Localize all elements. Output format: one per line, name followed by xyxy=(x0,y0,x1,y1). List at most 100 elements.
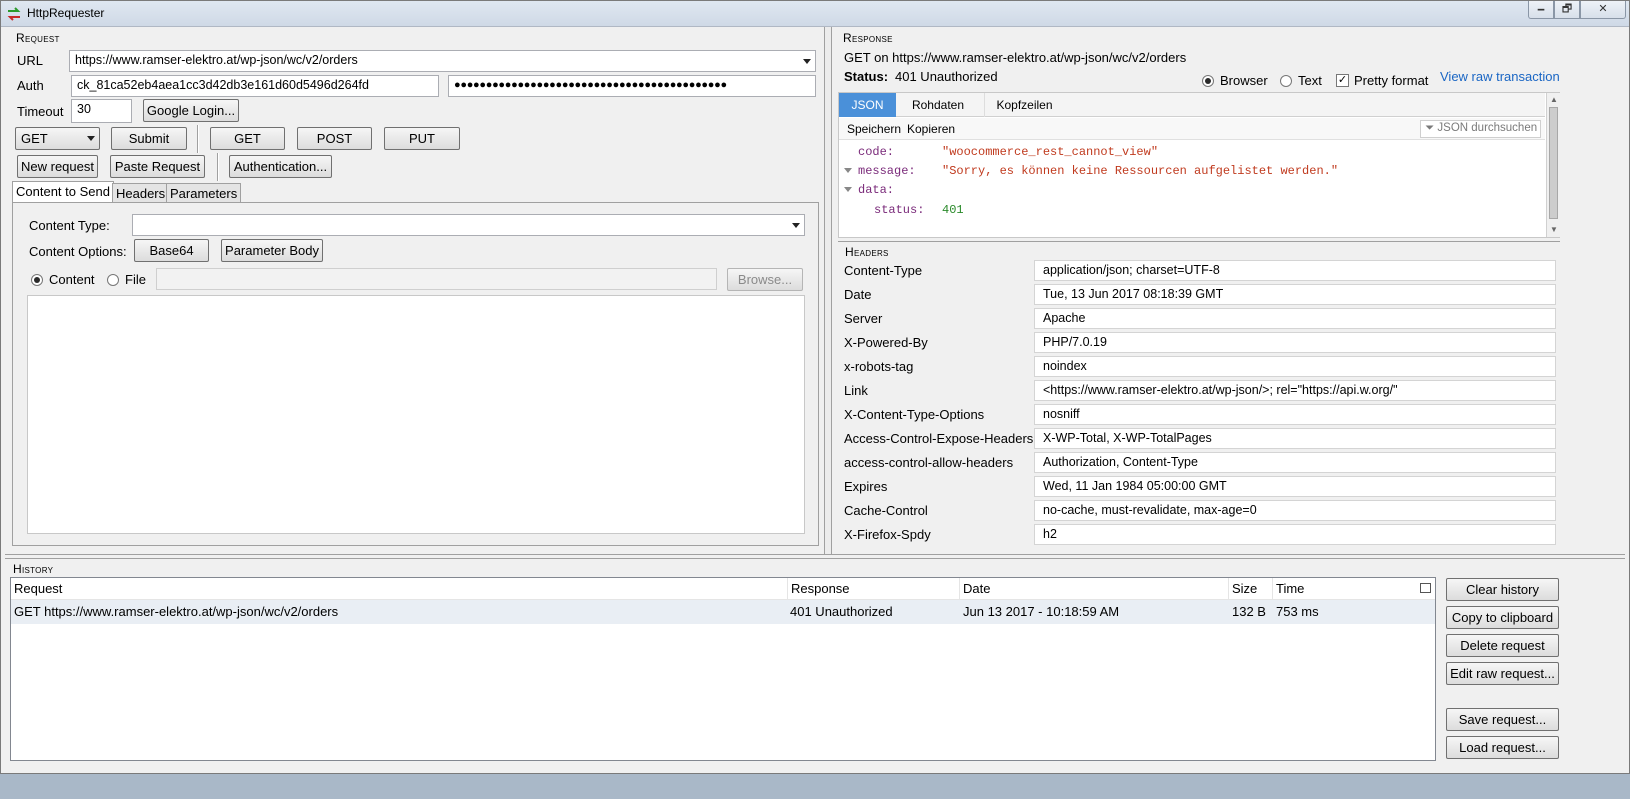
maximize-button[interactable]: 🗗 xyxy=(1554,1,1580,19)
horizontal-splitter[interactable] xyxy=(5,554,1625,559)
header-name: Content-Type xyxy=(844,263,923,278)
content-radio[interactable] xyxy=(31,274,43,286)
header-name: x-robots-tag xyxy=(844,359,914,374)
content-radio-label: Content xyxy=(49,272,95,287)
new-request-button[interactable]: New request xyxy=(17,155,98,178)
col-time[interactable]: Time xyxy=(1273,578,1413,600)
copy-json-button[interactable]: Kopieren xyxy=(907,122,955,136)
headers-section-title: Headers xyxy=(845,245,889,259)
status-value: 401 Unauthorized xyxy=(895,69,998,84)
timeout-label: Timeout xyxy=(17,104,64,119)
response-request-line: GET on https://www.ramser-elektro.at/wp-… xyxy=(844,50,1187,65)
app-window: HttpRequester 🗕 🗗 ✕ Request URL https://… xyxy=(0,0,1630,774)
header-value[interactable]: Tue, 13 Jun 2017 08:18:39 GMT xyxy=(1034,284,1556,305)
base64-button[interactable]: Base64 xyxy=(134,239,209,262)
delete-request-button[interactable]: Delete request xyxy=(1446,634,1559,657)
submit-button[interactable]: Submit xyxy=(111,127,187,150)
header-name: Server xyxy=(844,311,883,326)
edit-raw-request-button[interactable]: Edit raw request... xyxy=(1446,662,1559,685)
header-name: Cache-Control xyxy=(844,503,928,518)
timeout-input[interactable]: 30 xyxy=(71,99,132,123)
text-radio-label: Text xyxy=(1298,73,1322,88)
collapse-icon[interactable] xyxy=(844,168,852,173)
json-filter-input[interactable]: ⏷ JSON durchsuchen xyxy=(1420,120,1541,138)
tab-content-to-send[interactable]: Content to Send xyxy=(12,181,114,203)
parameter-body-button[interactable]: Parameter Body xyxy=(221,239,323,262)
header-name: Expires xyxy=(844,479,888,494)
content-type-label: Content Type: xyxy=(29,218,110,233)
put-button[interactable]: PUT xyxy=(384,127,460,150)
close-button[interactable]: ✕ xyxy=(1580,1,1626,19)
history-date: Jun 13 2017 - 10:18:59 AM xyxy=(963,604,1120,619)
header-value[interactable]: Wed, 11 Jan 1984 05:00:00 GMT xyxy=(1034,476,1556,497)
tab-json[interactable]: JSON xyxy=(839,93,896,117)
header-value[interactable]: PHP/7.0.19 xyxy=(1034,332,1556,353)
scroll-up-icon[interactable]: ▲ xyxy=(1550,95,1558,104)
view-raw-transaction-link[interactable]: View raw transaction xyxy=(1440,69,1560,84)
browser-radio[interactable] xyxy=(1202,75,1214,87)
chevron-down-icon[interactable] xyxy=(87,136,95,141)
status-label: Status: xyxy=(844,69,889,84)
json-status-key: status: xyxy=(874,203,925,217)
col-response[interactable]: Response xyxy=(788,578,960,600)
json-scrollbar[interactable]: ▲ ▼ xyxy=(1546,93,1560,237)
response-section-title: Response xyxy=(843,31,893,45)
pretty-format-checkbox[interactable]: ✓ xyxy=(1336,74,1349,87)
browse-button[interactable]: Browse... xyxy=(727,268,803,291)
title-bar[interactable]: HttpRequester xyxy=(1,1,1629,27)
header-name: Access-Control-Expose-Headers xyxy=(844,431,1034,446)
toolbar-separator xyxy=(217,153,219,181)
app-icon xyxy=(7,7,21,21)
json-filter-placeholder: JSON durchsuchen xyxy=(1437,122,1538,134)
header-name: X-Powered-By xyxy=(844,335,928,350)
header-value[interactable]: Authorization, Content-Type xyxy=(1034,452,1556,473)
column-picker-icon[interactable] xyxy=(1420,583,1431,593)
tab-rohdaten[interactable]: Rohdaten xyxy=(902,93,974,117)
json-message-value: "Sorry, es können keine Ressourcen aufge… xyxy=(942,164,1339,178)
vertical-splitter[interactable] xyxy=(824,27,832,555)
chevron-down-icon[interactable] xyxy=(792,223,800,228)
auth-user-input[interactable]: ck_81ca52eb4aea1cc3d42db3e161d60d5496d26… xyxy=(71,75,439,97)
col-request[interactable]: Request xyxy=(11,578,788,600)
save-request-button[interactable]: Save request... xyxy=(1446,708,1559,731)
get-button[interactable]: GET xyxy=(210,127,285,150)
post-button[interactable]: POST xyxy=(297,127,372,150)
header-value[interactable]: nosniff xyxy=(1034,404,1556,425)
text-radio[interactable] xyxy=(1280,75,1292,87)
header-value[interactable]: application/json; charset=UTF-8 xyxy=(1034,260,1556,281)
window-title: HttpRequester xyxy=(27,6,105,20)
tab-kopfzeilen[interactable]: Kopfzeilen xyxy=(984,93,1064,117)
history-response: 401 Unauthorized xyxy=(790,604,893,619)
copy-to-clipboard-button[interactable]: Copy to clipboard xyxy=(1446,606,1559,629)
content-type-combo[interactable] xyxy=(132,214,805,236)
content-textarea[interactable] xyxy=(27,295,805,534)
clear-history-button[interactable]: Clear history xyxy=(1446,578,1559,601)
header-value[interactable]: X-WP-Total, X-WP-TotalPages xyxy=(1034,428,1556,449)
save-json-button[interactable]: Speichern xyxy=(847,122,901,136)
url-combo[interactable]: https://www.ramser-elektro.at/wp-json/wc… xyxy=(69,50,816,72)
header-value[interactable]: <https://www.ramser-elektro.at/wp-json/>… xyxy=(1034,380,1556,401)
tab-headers[interactable]: Headers xyxy=(112,183,170,203)
col-date[interactable]: Date xyxy=(960,578,1229,600)
file-path-input[interactable] xyxy=(156,268,717,290)
paste-request-button[interactable]: Paste Request xyxy=(110,155,205,178)
header-value[interactable]: Apache xyxy=(1034,308,1556,329)
collapse-icon[interactable] xyxy=(844,187,852,192)
scroll-down-icon[interactable]: ▼ xyxy=(1550,225,1558,234)
header-name: access-control-allow-headers xyxy=(844,455,1014,470)
file-radio[interactable] xyxy=(107,274,119,286)
google-login-button[interactable]: Google Login... xyxy=(143,99,239,122)
chevron-down-icon[interactable] xyxy=(803,59,811,64)
json-scroll-thumb[interactable] xyxy=(1549,107,1558,219)
load-request-button[interactable]: Load request... xyxy=(1446,736,1559,759)
header-name: X-Firefox-Spdy xyxy=(844,527,931,542)
tab-parameters[interactable]: Parameters xyxy=(166,183,242,203)
col-size[interactable]: Size xyxy=(1229,578,1273,600)
auth-password-input[interactable]: ●●●●●●●●●●●●●●●●●●●●●●●●●●●●●●●●●●●●●●●●… xyxy=(448,75,816,97)
minimize-button[interactable]: 🗕 xyxy=(1528,1,1554,19)
header-value[interactable]: h2 xyxy=(1034,524,1556,545)
header-value[interactable]: no-cache, must-revalidate, max-age=0 xyxy=(1034,500,1556,521)
authentication-button[interactable]: Authentication... xyxy=(229,155,332,178)
method-select[interactable]: GET xyxy=(15,127,100,150)
header-value[interactable]: noindex xyxy=(1034,356,1556,377)
